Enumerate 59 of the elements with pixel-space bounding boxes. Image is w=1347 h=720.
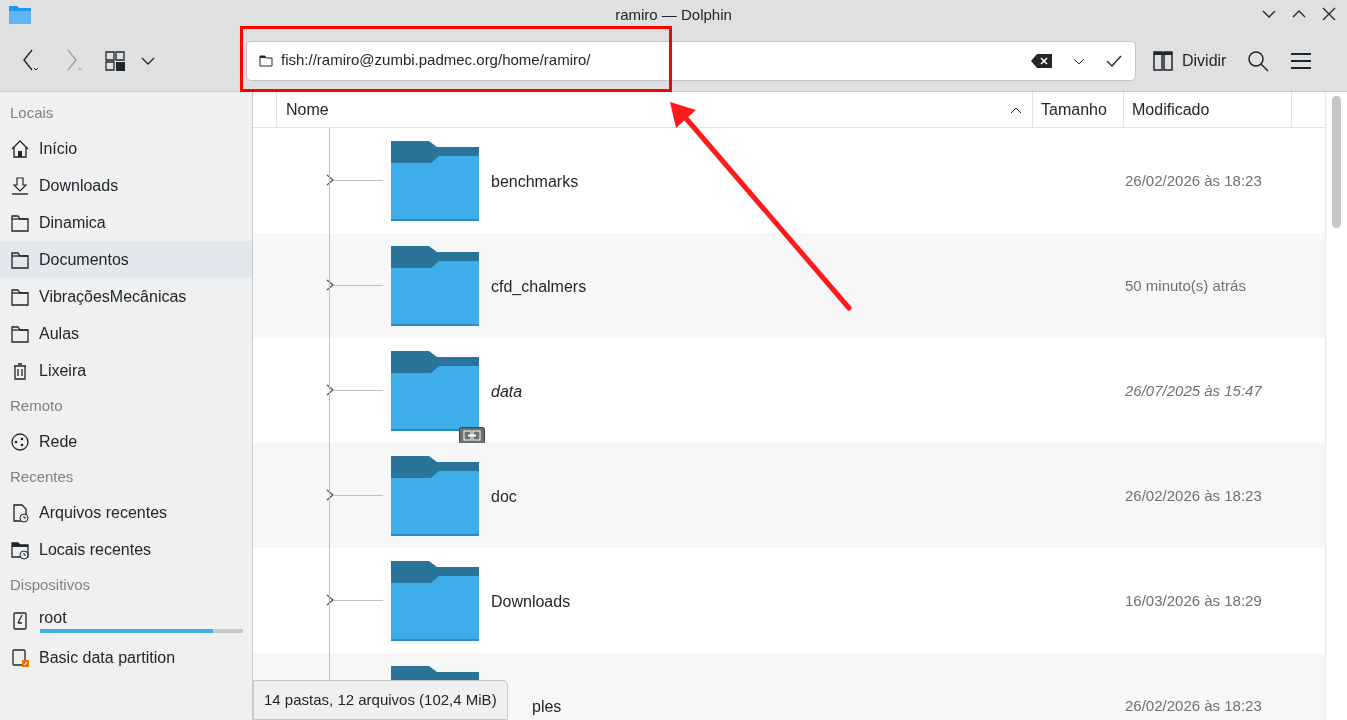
sidebar-item[interactable]: Locais recentes: [0, 531, 252, 568]
modified-date: 26/02/2026 às 18:23: [1125, 486, 1262, 506]
sidebar-item[interactable]: VibraçõesMecânicas: [0, 278, 252, 315]
address-field[interactable]: fish://ramiro@zumbi.padmec.org/home/ramiro/: [246, 40, 1136, 81]
section-heading: Dispositivos: [10, 574, 91, 595]
folder-icon: [10, 249, 30, 270]
folder-icon: [389, 244, 481, 328]
column-header[interactable]: Tamanho: [1033, 92, 1124, 127]
scrollbar-handle[interactable]: [1332, 96, 1341, 228]
home-icon: [10, 138, 30, 159]
column-header[interactable]: Modificado: [1124, 92, 1292, 127]
download-icon: [10, 175, 30, 196]
modified-date: 50 minuto(s) atrás: [1125, 276, 1246, 296]
folder-app-icon: [8, 5, 32, 25]
sidebar-item[interactable]: root: [0, 602, 252, 639]
recent-folder-icon: [10, 539, 30, 560]
status-bar: 14 pastas, 12 arquivos (102,4 MiB): [253, 680, 508, 720]
file-name[interactable]: benchmarks: [491, 170, 579, 194]
view-mode-icon[interactable]: [104, 48, 128, 73]
sidebar-item[interactable]: Dinamica: [0, 204, 252, 241]
folder-icon: [389, 559, 481, 643]
folder-icon: [10, 286, 30, 307]
file-name[interactable]: doc: [491, 485, 517, 509]
folder-icon: [389, 139, 481, 223]
folder-icon: [389, 349, 481, 433]
sidebar-item[interactable]: Arquivos recentes: [0, 494, 252, 531]
file-name[interactable]: Downloads: [491, 590, 571, 614]
folder-icon: [259, 54, 273, 67]
drive-icon: [10, 610, 30, 631]
modified-date: 16/03/2026 às 18:29: [1125, 591, 1262, 611]
section-heading: Locais: [10, 102, 54, 123]
section-heading: Remoto: [10, 395, 63, 416]
folder-icon: [10, 323, 30, 344]
sidebar-item[interactable]: Lixeira: [0, 352, 252, 389]
section-heading: Recentes: [10, 466, 74, 487]
column-header[interactable]: Nome: [286, 97, 1009, 122]
split-button[interactable]: Dividir: [1146, 42, 1233, 79]
window-title: ramiro — Dolphin: [615, 4, 732, 25]
folder-icon: [10, 212, 30, 233]
recent-file-icon: [10, 502, 30, 523]
modified-date: 26/07/2025 às 15:47: [1125, 381, 1262, 401]
menu-icon[interactable]: [1290, 50, 1313, 71]
file-name[interactable]: ples: [532, 695, 562, 719]
modified-date: 26/02/2026 às 18:23: [1125, 696, 1262, 716]
network-icon: [10, 431, 30, 452]
sidebar-item[interactable]: Documentos: [0, 241, 252, 278]
split-view-icon: [1152, 49, 1174, 72]
sidebar-item[interactable]: Início: [0, 130, 252, 167]
sidebar-item[interactable]: Basic data partition: [0, 639, 252, 676]
folder-icon: [389, 454, 481, 538]
sidebar-item[interactable]: Aulas: [0, 315, 252, 352]
clear-icon[interactable]: [1031, 52, 1053, 69]
file-name[interactable]: cfd_chalmers: [491, 275, 587, 299]
drive-icon: [10, 647, 30, 668]
search-icon[interactable]: [1246, 48, 1271, 73]
sidebar-item[interactable]: Downloads: [0, 167, 252, 204]
file-name[interactable]: data: [491, 380, 523, 404]
modified-date: 26/02/2026 às 18:23: [1125, 171, 1262, 191]
sidebar-item[interactable]: Rede: [0, 423, 252, 460]
